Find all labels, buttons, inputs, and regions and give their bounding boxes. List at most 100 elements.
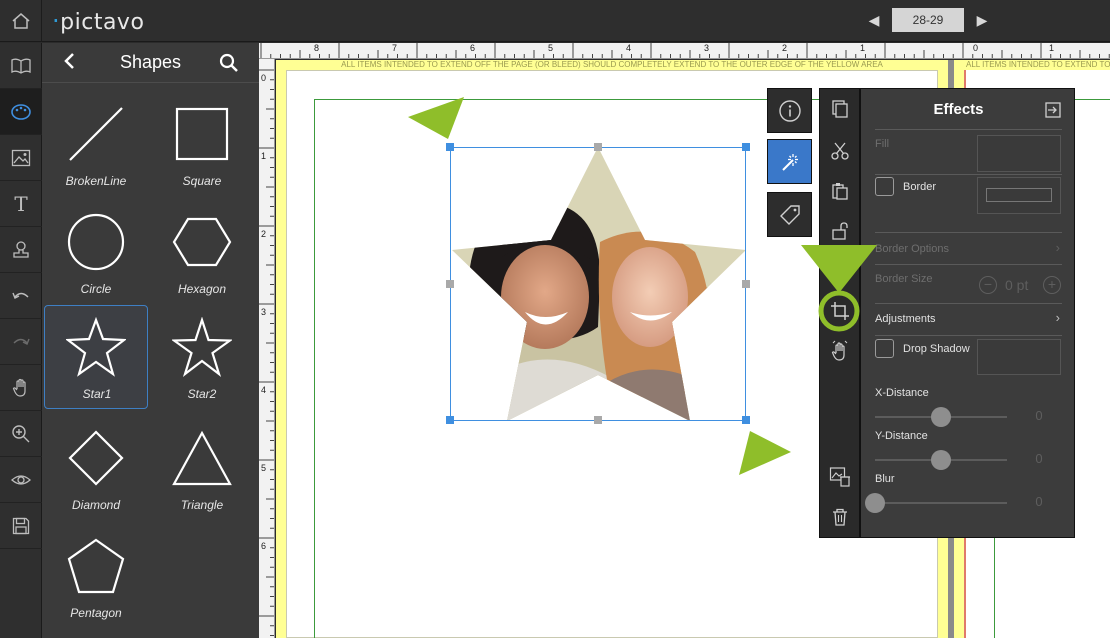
- rail-hand-button[interactable]: [0, 365, 42, 411]
- rail-image-button[interactable]: [0, 135, 42, 181]
- rail-undo-button[interactable]: [0, 273, 42, 319]
- logo-mark: ·: [52, 7, 61, 35]
- rail-palette-button[interactable]: [0, 89, 42, 135]
- hexagon-icon: [172, 217, 232, 267]
- exit-icon: [1045, 102, 1061, 118]
- paste-icon: [832, 183, 848, 200]
- resize-handle-bottom-right[interactable]: [742, 416, 750, 424]
- back-button[interactable]: [62, 51, 82, 73]
- resize-handle-left[interactable]: [446, 280, 454, 288]
- shape-circle[interactable]: Circle: [44, 200, 148, 304]
- drop-shadow-checkbox[interactable]: [875, 339, 894, 358]
- effects-button[interactable]: [767, 139, 812, 184]
- ruler-number: 0: [261, 73, 267, 83]
- rail-zoom-button[interactable]: [0, 411, 42, 457]
- annotation-arrow-bottom-right: [739, 431, 791, 475]
- previous-page-button[interactable]: ◀: [862, 8, 886, 32]
- resize-handle-top[interactable]: [594, 143, 602, 151]
- image-icon: [11, 149, 31, 166]
- rail-preview-button[interactable]: [0, 457, 42, 503]
- increase-border-size-button[interactable]: +: [1043, 276, 1061, 294]
- fill-swatch[interactable]: [977, 135, 1061, 172]
- rail-stamp-button[interactable]: [0, 227, 42, 273]
- ruler-number: 5: [548, 43, 554, 53]
- shape-star1[interactable]: Star1: [44, 305, 148, 409]
- tag-button[interactable]: [767, 192, 812, 237]
- diamond-icon: [68, 430, 124, 486]
- ruler-ticks: [259, 69, 274, 636]
- border-options-label[interactable]: Border Options: [875, 243, 949, 255]
- rail-book-button[interactable]: [0, 43, 42, 89]
- selection-frame: [450, 147, 746, 421]
- close-panel-button[interactable]: [1044, 101, 1062, 119]
- shape-pentagon[interactable]: Pentagon: [44, 524, 148, 628]
- shape-label: BrokenLine: [65, 174, 127, 188]
- rail-redo-button[interactable]: [0, 319, 42, 365]
- resize-handle-top-left[interactable]: [446, 143, 454, 151]
- border-swatch[interactable]: [977, 177, 1061, 214]
- page-number-display[interactable]: 28-29: [892, 8, 964, 32]
- rail-text-button[interactable]: T: [0, 181, 42, 227]
- shape-brokenline[interactable]: BrokenLine: [44, 92, 148, 196]
- search-button[interactable]: [219, 53, 239, 73]
- hand-drag-icon: [831, 340, 848, 361]
- delete-image-button[interactable]: [828, 465, 852, 489]
- x-distance-value: 0: [1035, 408, 1043, 423]
- ruler-number: 1: [1049, 43, 1055, 53]
- shape-diamond[interactable]: Diamond: [44, 416, 148, 520]
- cut-button[interactable]: [828, 139, 852, 163]
- next-page-button[interactable]: ▶: [970, 8, 994, 32]
- pan-image-button[interactable]: [828, 339, 852, 363]
- ruler-number: 7: [392, 43, 398, 53]
- copy-button[interactable]: [828, 97, 852, 121]
- horizontal-ruler: 8 7 6 5 4 3 2 1 0 1: [259, 43, 1110, 59]
- shape-star2[interactable]: Star2: [150, 305, 254, 409]
- shadow-color-swatch[interactable]: [977, 339, 1061, 375]
- redo-icon: [13, 338, 30, 345]
- copy-icon: [832, 100, 848, 118]
- preview-icon: [11, 474, 31, 485]
- resize-handle-bottom[interactable]: [594, 416, 602, 424]
- y-distance-thumb[interactable]: [931, 450, 951, 470]
- ruler-number: 4: [626, 43, 632, 53]
- resize-handle-right[interactable]: [742, 280, 750, 288]
- fill-label: Fill: [875, 138, 890, 150]
- shape-square[interactable]: Square: [150, 92, 254, 196]
- paste-button[interactable]: [828, 179, 852, 203]
- info-button[interactable]: [767, 88, 812, 133]
- x-distance-label: X-Distance: [875, 387, 929, 399]
- blur-thumb[interactable]: [865, 493, 885, 513]
- border-checkbox[interactable]: [875, 177, 894, 196]
- effects-panel: Effects Fill Border Border Options › Bor…: [860, 88, 1075, 538]
- decrease-border-size-button[interactable]: −: [979, 276, 997, 294]
- chevron-right-icon: ›: [1055, 240, 1060, 255]
- blur-value: 0: [1035, 494, 1043, 509]
- rail-save-button[interactable]: [0, 503, 42, 549]
- bleed-note-right: ALL ITEMS INTENDED TO EXTEND TO: [966, 60, 1110, 69]
- shape-label: Circle: [80, 282, 112, 296]
- app-logo: ·pictavo: [52, 7, 144, 35]
- drop-shadow-label: Drop Shadow: [903, 343, 970, 355]
- x-distance-thumb[interactable]: [931, 407, 951, 427]
- tool-rail: T: [0, 43, 42, 638]
- blur-label: Blur: [875, 473, 895, 485]
- ruler-number: 4: [261, 385, 267, 395]
- shape-triangle[interactable]: Triangle: [150, 416, 254, 520]
- adjustments-label[interactable]: Adjustments: [875, 313, 936, 325]
- ruler-number: 8: [314, 43, 320, 53]
- delete-button[interactable]: [828, 505, 852, 529]
- ruler-number: 5: [261, 463, 267, 473]
- bleed-note: ALL ITEMS INTENDED TO EXTEND OFF THE PAG…: [341, 60, 883, 69]
- resize-handle-bottom-left[interactable]: [446, 416, 454, 424]
- shape-hexagon[interactable]: Hexagon: [150, 200, 254, 304]
- annotation-circle-crop: [818, 290, 860, 332]
- home-button[interactable]: [0, 0, 42, 42]
- scissors-icon: [831, 142, 849, 160]
- divider: [875, 174, 1062, 175]
- resize-handle-top-right[interactable]: [742, 143, 750, 151]
- blur-slider[interactable]: [875, 502, 1007, 504]
- y-distance-value: 0: [1035, 451, 1043, 466]
- lock-button[interactable]: [828, 219, 852, 243]
- divider: [875, 264, 1062, 265]
- border-size-value: 0 pt: [1005, 277, 1029, 293]
